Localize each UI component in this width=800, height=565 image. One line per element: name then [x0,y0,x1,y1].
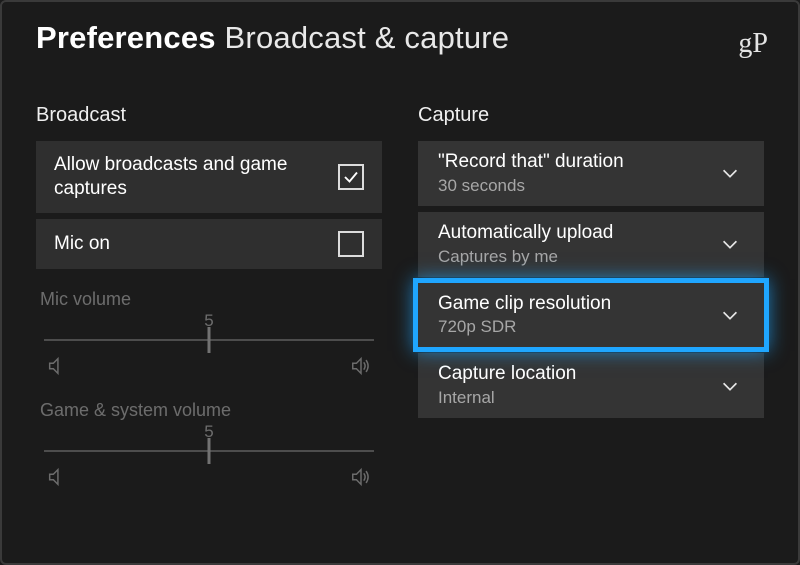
speaker-loud-icon [350,355,372,382]
page-title-bold: Preferences [36,20,216,55]
speaker-mute-icon [46,355,68,382]
auto-upload-value: Captures by me [438,247,613,267]
record-that-label: "Record that" duration [438,151,624,174]
clip-resolution-dropdown[interactable]: Game clip resolution 720p SDR [418,283,764,348]
capture-column: Capture "Record that" duration 30 second… [418,104,764,497]
game-system-volume-slider[interactable] [44,440,374,462]
capture-location-dropdown[interactable]: Capture location Internal [418,353,764,418]
checkmark-icon [342,168,360,186]
auto-upload-label: Automatically upload [438,222,613,245]
auto-upload-dropdown[interactable]: Automatically upload Captures by me [418,212,764,277]
game-system-volume-label: Game & system volume [40,400,378,421]
chevron-down-icon [716,301,744,329]
chevron-down-icon [716,230,744,258]
mic-on-row[interactable]: Mic on [36,219,382,269]
mic-volume-block: Mic volume 5 [36,275,382,386]
broadcast-section-title: Broadcast [36,104,382,127]
broadcast-column: Broadcast Allow broadcasts and game capt… [36,104,382,497]
mic-volume-slider[interactable] [44,329,374,351]
mic-on-label: Mic on [54,232,338,256]
page-title: Preferences Broadcast & capture [2,20,798,66]
watermark: gP [738,28,768,60]
mic-on-checkbox[interactable] [338,231,364,257]
record-that-value: 30 seconds [438,176,624,196]
capture-location-value: Internal [438,388,576,408]
speaker-loud-icon [350,466,372,493]
clip-resolution-label: Game clip resolution [438,293,611,316]
allow-broadcasts-checkbox[interactable] [338,164,364,190]
page-title-rest: Broadcast & capture [225,20,510,55]
chevron-down-icon [716,159,744,187]
clip-resolution-value: 720p SDR [438,317,611,337]
capture-location-label: Capture location [438,363,576,386]
record-that-dropdown[interactable]: "Record that" duration 30 seconds [418,141,764,206]
capture-section-title: Capture [418,104,764,127]
speaker-mute-icon [46,466,68,493]
allow-broadcasts-row[interactable]: Allow broadcasts and game captures [36,141,382,213]
game-system-volume-block: Game & system volume 5 [36,386,382,497]
mic-volume-label: Mic volume [40,289,378,310]
allow-broadcasts-label: Allow broadcasts and game captures [54,153,338,201]
chevron-down-icon [716,372,744,400]
